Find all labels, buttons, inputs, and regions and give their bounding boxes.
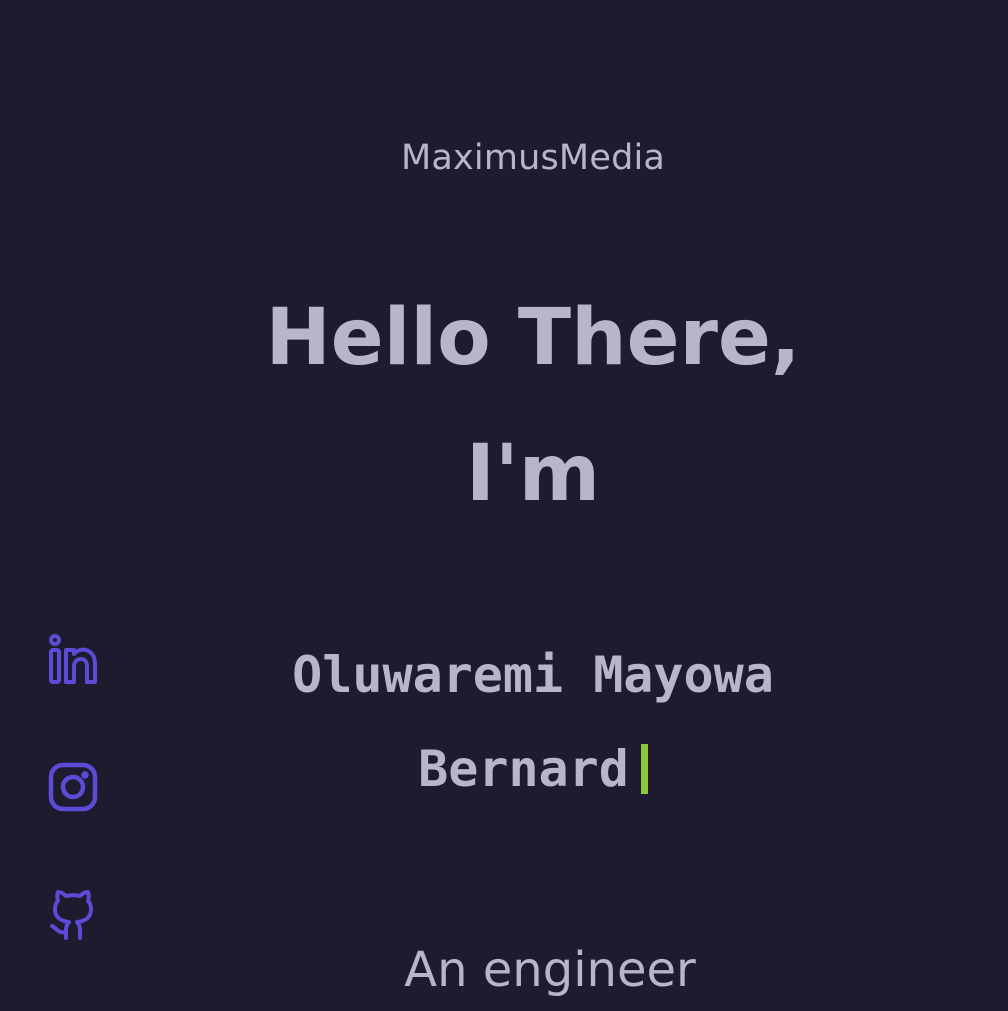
- role-subtitle: An engineer: [404, 942, 696, 998]
- typed-name-line2: Bernard: [418, 740, 629, 798]
- linkedin-icon: [49, 634, 97, 684]
- typed-name-line1: Oluwaremi Mayowa: [292, 646, 774, 704]
- hero-greeting-line2: I'm: [465, 429, 601, 519]
- brand-logo-text[interactable]: MaximusMedia: [0, 138, 1008, 178]
- hero-greeting-line1: Hello There,: [265, 293, 801, 383]
- typed-name-line2-wrap: Bernard: [58, 722, 1008, 816]
- linkedin-link[interactable]: [46, 634, 100, 688]
- typing-cursor: [640, 744, 648, 794]
- instagram-link[interactable]: [46, 760, 100, 814]
- github-icon: [50, 890, 93, 940]
- typed-name: Oluwaremi Mayowa Bernard: [0, 628, 1008, 816]
- hero-heading: Hello There, I'm: [0, 270, 1008, 542]
- instagram-icon: [48, 762, 98, 812]
- github-link[interactable]: [46, 888, 100, 942]
